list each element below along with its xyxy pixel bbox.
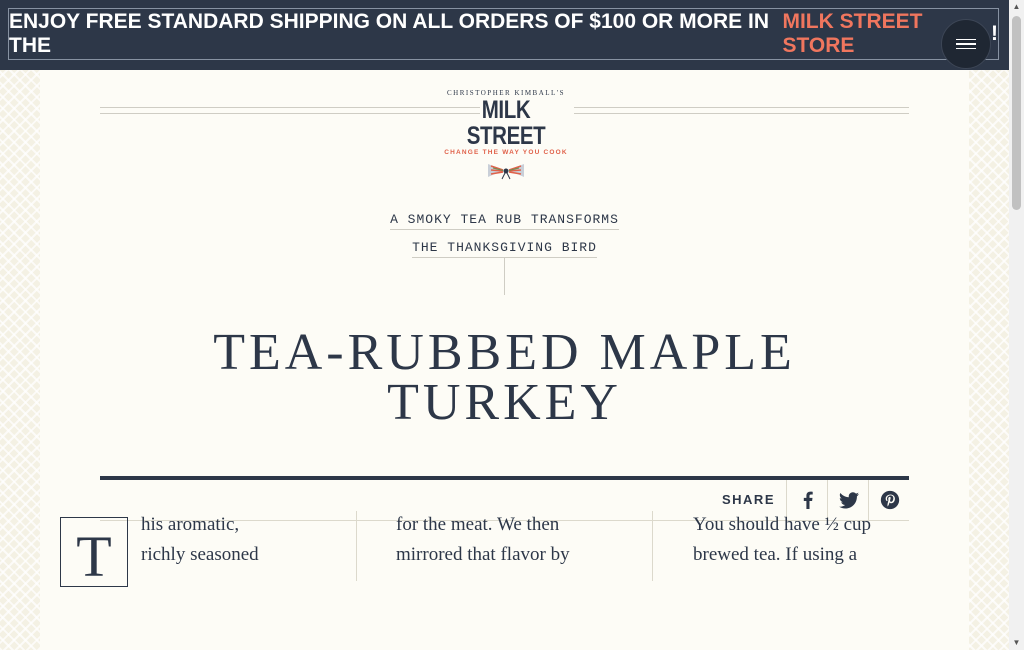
logo-tagline: CHANGE THE WAY YOU COOK	[444, 149, 568, 156]
logo-brand: MILK STREET	[466, 96, 546, 150]
column-1-line-1: his aromatic,	[141, 514, 240, 535]
column-1-line-2: richly seasoned	[141, 544, 259, 565]
title-line-1: TEA-RUBBED MAPLE	[213, 324, 796, 381]
column-divider-2	[652, 511, 653, 581]
column-2-line-1: for the meat. We then	[396, 514, 560, 535]
column-2-line-2: mirrored that flavor by	[396, 544, 570, 565]
article-column-2: for the meat. We then mirrored that flav…	[396, 510, 636, 570]
facebook-icon	[803, 491, 813, 509]
title-line-2: TURKEY	[387, 374, 622, 431]
milk-street-logo[interactable]: CHRISTOPHER KIMBALL'S MILK STREET CHANGE…	[440, 89, 572, 180]
logo-rule-right	[574, 107, 909, 114]
dek-vertical-rule	[504, 257, 505, 295]
pinterest-icon	[880, 490, 899, 510]
shipping-banner: ENJOY FREE STANDARD SHIPPING ON ALL ORDE…	[0, 0, 1009, 70]
article-column-1: his aromatic, richly seasoned	[141, 510, 281, 570]
logo-rule-left	[100, 107, 480, 114]
menu-button[interactable]	[941, 19, 991, 69]
scrollbar-thumb[interactable]	[1012, 16, 1021, 210]
drop-cap: T	[60, 517, 128, 589]
share-label: SHARE	[721, 492, 775, 507]
column-3-line-2: brewed tea. If using a	[693, 544, 858, 565]
article-dek: A SMOKY TEA RUB TRANSFORMS THE THANKSGIV…	[40, 206, 969, 262]
column-divider-1	[356, 511, 357, 581]
banner-exclamation: !	[991, 22, 998, 45]
scroll-down-arrow-icon[interactable]: ▼	[1009, 636, 1024, 650]
hamburger-icon	[956, 38, 976, 41]
banner-message: ENJOY FREE STANDARD SHIPPING ON ALL ORDE…	[9, 10, 770, 57]
page-scrollbar[interactable]: ▲ ▼	[1009, 0, 1024, 650]
page-title: TEA-RUBBED MAPLE TURKEY	[40, 324, 969, 431]
column-3-line-1: You should have ½ cup	[693, 514, 872, 535]
article-column-3: You should have ½ cup brewed tea. If usi…	[693, 510, 933, 570]
shipping-banner-text: ENJOY FREE STANDARD SHIPPING ON ALL ORDE…	[8, 8, 999, 60]
twitter-icon	[838, 491, 859, 508]
dek-line-2: THE THANKSGIVING BIRD	[412, 240, 597, 258]
bowtie-icon	[488, 164, 524, 180]
scroll-up-arrow-icon[interactable]: ▲	[1009, 0, 1024, 14]
dek-line-1: A SMOKY TEA RUB TRANSFORMS	[390, 212, 619, 230]
